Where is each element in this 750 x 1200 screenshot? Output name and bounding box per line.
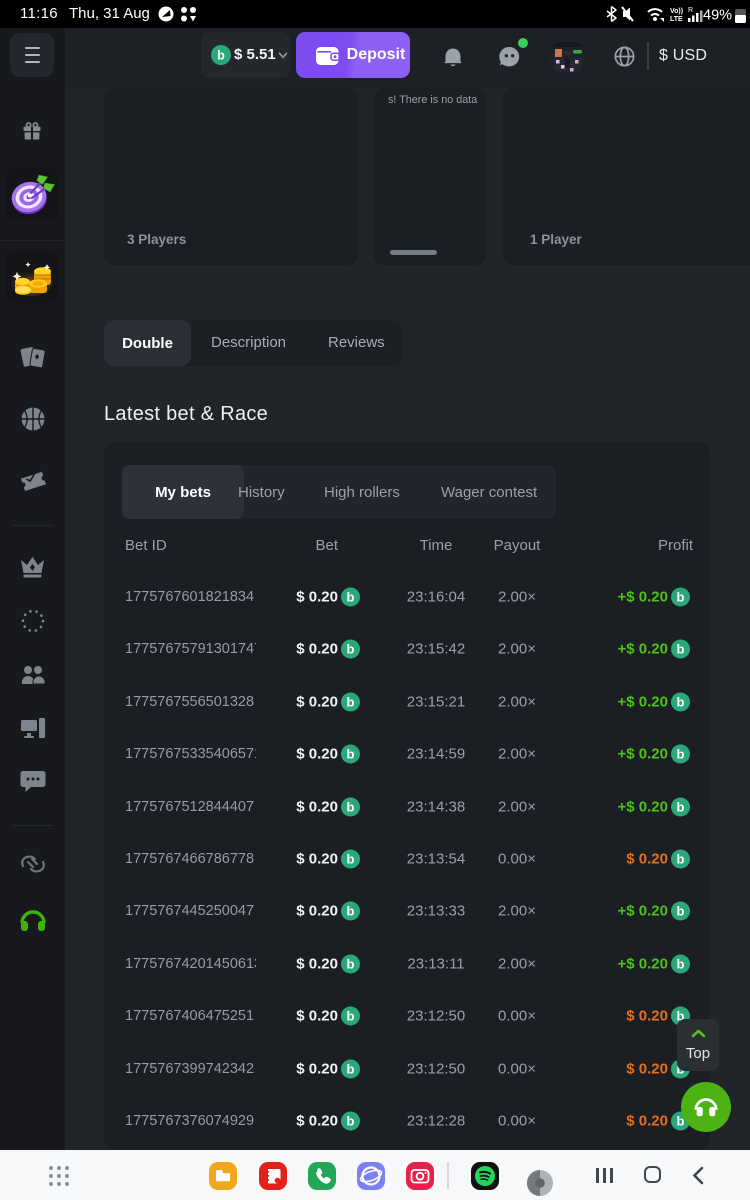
svg-text:b: b [347,1061,355,1076]
svg-text:b: b [347,694,355,709]
svg-text:b: b [347,799,355,814]
svg-text:b: b [677,956,685,971]
svg-text:b: b [347,956,355,971]
svg-text:b: b [347,904,355,919]
svg-text:b: b [347,852,355,867]
svg-text:b: b [677,799,685,814]
svg-text:b: b [347,747,355,762]
svg-text:Vo)): Vo)) [670,8,683,15]
svg-text:b: b [677,852,685,867]
svg-text:b: b [677,904,685,919]
svg-text:b: b [677,642,685,657]
svg-text:49%: 49% [703,8,732,24]
svg-text:R: R [688,7,693,14]
svg-text:b: b [677,590,685,605]
svg-text:b: b [347,642,355,657]
svg-text:b: b [217,49,225,63]
svg-text:b: b [677,694,685,709]
svg-text:b: b [347,590,355,605]
svg-text:LTE: LTE [670,16,683,23]
svg-text:b: b [347,1114,355,1129]
svg-text:b: b [677,747,685,762]
svg-text:b: b [347,1009,355,1024]
